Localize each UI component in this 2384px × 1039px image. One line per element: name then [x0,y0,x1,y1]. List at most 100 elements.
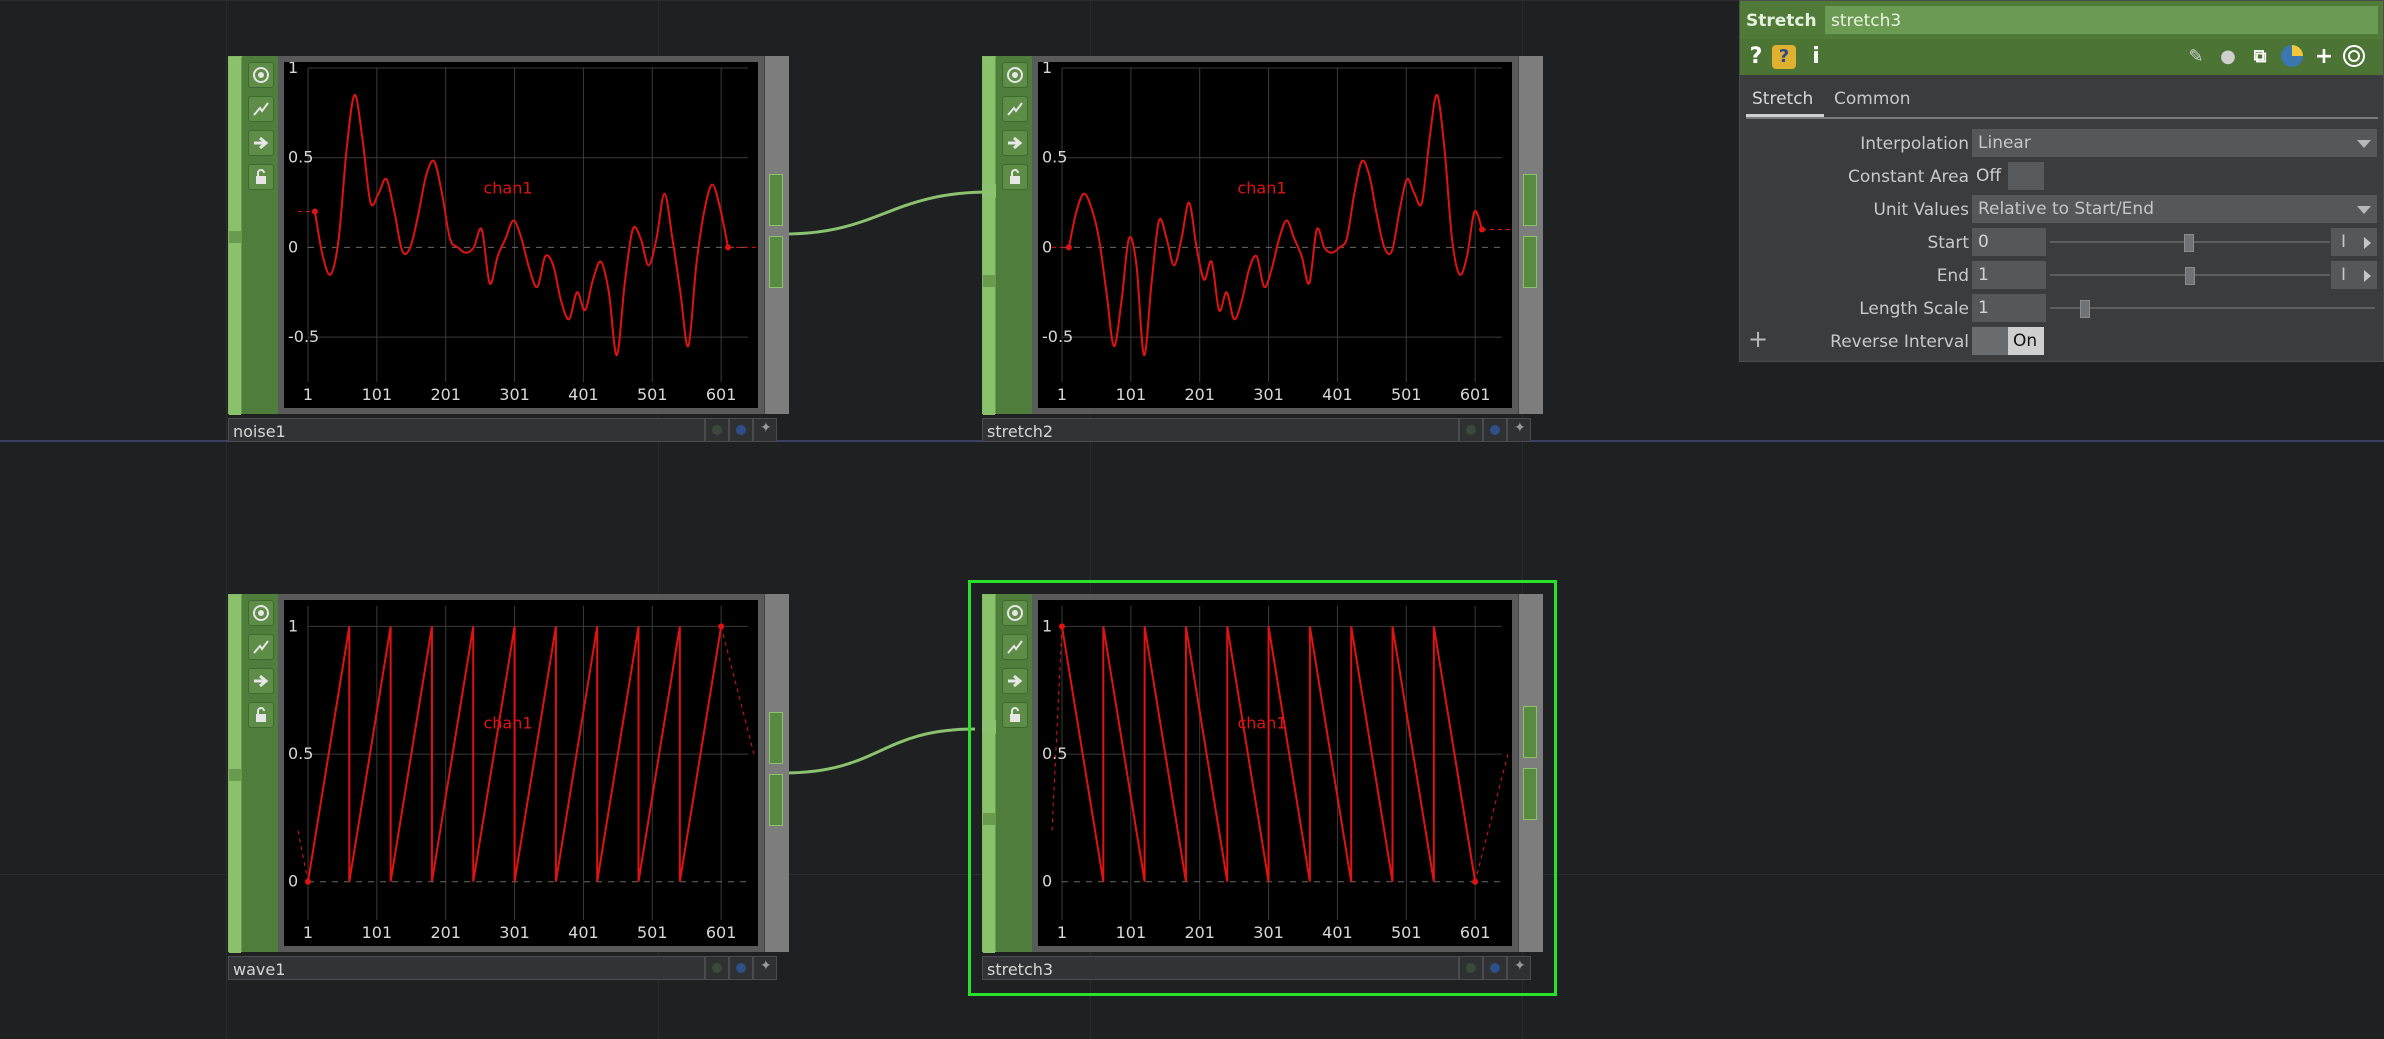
start-slider-knob[interactable] [2184,234,2194,252]
lock-flag-icon[interactable] [248,702,274,728]
row-constant-area: Constant Area Off [1740,162,2383,192]
channel-viewer[interactable]: 1 101 201 301 401 501 601 1 0.5 0 chan1 [284,600,758,946]
cook-icon[interactable] [705,418,729,442]
x-tick-label: 401 [1322,385,1353,404]
viewer-flag-icon[interactable] [248,62,274,88]
output-port[interactable] [769,712,783,764]
constant-area-value: Off [1976,166,2002,186]
interpolation-dropdown[interactable]: Linear [1972,129,2377,157]
expand-icon[interactable]: ✦ [753,418,777,442]
viewer-flag-icon[interactable] [248,600,274,626]
node-name-bar[interactable]: stretch2 [982,418,1459,442]
reverse-interval-toggle[interactable]: On [1972,327,2044,355]
y-tick-label: 0 [288,237,298,256]
start-unit-menu[interactable]: I [2331,228,2377,256]
bypass-flag-icon[interactable] [248,668,274,694]
viewer-icon[interactable] [2340,43,2368,71]
output-bar [764,594,789,952]
tab-common[interactable]: Common [1834,89,1911,109]
length-scale-slider-knob[interactable] [2080,300,2090,318]
end-slider-knob[interactable] [2185,267,2195,285]
node-noise1[interactable]: 1 101 201 301 401 501 601 1 0.5 0 -0.5 chan1 noise1… [228,56,789,442]
y-tick-label: 1 [288,62,298,77]
node-name: noise1 [233,422,286,441]
extend-before [297,830,309,882]
display-icon[interactable] [729,418,753,442]
param-toolbar: ? ? i ✎ ● ⧉ + [1740,39,2383,75]
active-tab-underline [1746,114,1824,117]
x-tick-label: 601 [706,923,737,942]
channel-viewer[interactable]: 1 101 201 301 401 501 601 1 0.5 0 -0.5 chan1 [1038,62,1512,408]
end-point [725,244,732,251]
chart-svg: 1 101 201 301 401 501 601 1 0.5 0 -0.5 chan1 [1042,62,1510,404]
unit-values-value: Relative to Start/End [1978,199,2154,219]
x-tick-label: 201 [430,923,461,942]
add-icon[interactable]: + [2310,43,2338,71]
tab-stretch[interactable]: Stretch [1752,89,1813,109]
extend-after [720,626,755,755]
node-name: stretch2 [987,422,1054,441]
start-point [305,878,311,885]
wire-wave1-stretch3 [782,727,976,775]
y-tick-label: -0.5 [288,327,319,346]
y-tick-label: 1 [288,616,298,635]
clone-icon[interactable]: ⧉ [2246,43,2274,71]
constant-area-toggle[interactable]: Off [1972,162,2044,190]
constant-area-label: Constant Area [1848,167,1969,187]
end-field[interactable]: 1 [1972,261,2046,289]
x-tick-label: 1 [303,385,313,404]
viewer-flag-icon[interactable] [1002,62,1028,88]
x-tick-label: 501 [637,385,668,404]
output-port[interactable] [769,174,783,226]
help-icon[interactable]: ? [1742,43,1770,71]
lock-flag-icon[interactable] [248,164,274,190]
length-scale-field[interactable]: 1 [1972,294,2046,322]
add-param-icon[interactable]: + [1748,325,1768,353]
node-wave1[interactable]: 1 101 201 301 401 501 601 1 0.5 0 chan1 wave1 ✦ [228,594,789,980]
comment-icon[interactable]: ● [2214,43,2242,71]
export-flag-icon[interactable] [248,96,274,122]
reverse-interval-value: On [2013,331,2038,351]
expand-icon[interactable]: ✦ [1507,418,1531,442]
bypass-flag-icon[interactable] [1002,130,1028,156]
output-port[interactable] [1523,174,1537,226]
edit-icon[interactable]: ✎ [2182,43,2210,71]
cook-icon[interactable] [705,956,729,980]
y-tick-label: 1 [1042,62,1052,77]
output-port[interactable] [1523,236,1537,288]
python-icon[interactable] [2278,43,2306,71]
info-icon[interactable]: i [1802,43,1830,71]
end-label: End [1936,266,1969,286]
length-scale-slider-track[interactable] [2050,307,2375,309]
op-type-label: Stretch [1746,11,1817,31]
cook-icon[interactable] [1459,418,1483,442]
chevron-down-icon [2357,206,2371,214]
op-name-field[interactable]: stretch3 [1825,6,2378,34]
flag-column [242,594,278,952]
x-tick-label: 501 [1391,385,1422,404]
start-field[interactable]: 0 [1972,228,2046,256]
op-name-text: stretch3 [1831,11,1902,31]
length-scale-label: Length Scale [1859,299,1969,319]
unit-values-dropdown[interactable]: Relative to Start/End [1972,195,2377,223]
display-icon[interactable] [729,956,753,980]
input-port[interactable] [982,184,996,198]
python-help-icon[interactable]: ? [1772,45,1796,69]
export-flag-icon[interactable] [248,634,274,660]
end-unit-menu[interactable]: I [2331,261,2377,289]
x-tick-label: 301 [499,385,530,404]
display-icon[interactable] [1483,418,1507,442]
channel-viewer[interactable]: 1 101 201 301 401 501 601 1 0.5 0 -0.5 chan1 [284,62,758,408]
output-port[interactable] [769,774,783,826]
lock-flag-icon[interactable] [1002,164,1028,190]
node-name-bar[interactable]: wave1 [228,956,705,980]
output-bar [764,56,789,414]
node-name-bar[interactable]: noise1 [228,418,705,442]
node-stretch2[interactable]: 1 101 201 301 401 501 601 1 0.5 0 -0.5 chan1 stretc… [982,56,1543,442]
row-unit-values: Unit Values Relative to Start/End [1740,195,2383,225]
bypass-flag-icon[interactable] [248,130,274,156]
export-flag-icon[interactable] [1002,96,1028,122]
x-tick-label: 1 [303,923,313,942]
output-port[interactable] [769,236,783,288]
expand-icon[interactable]: ✦ [753,956,777,980]
